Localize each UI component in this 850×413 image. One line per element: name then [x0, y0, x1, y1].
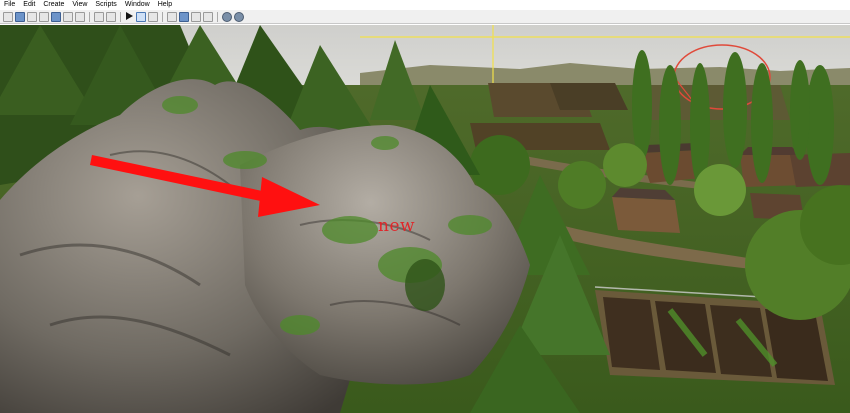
cut-icon[interactable] [63, 11, 73, 22]
menu-create[interactable]: Create [43, 0, 64, 10]
save-icon[interactable] [27, 11, 37, 22]
scale-icon[interactable] [179, 11, 189, 22]
toolbar-separator [120, 11, 121, 22]
rotate-icon[interactable] [167, 11, 177, 22]
paint-icon[interactable] [203, 11, 213, 22]
help-icon[interactable] [234, 11, 244, 22]
save-as-icon[interactable] [39, 11, 49, 22]
undo-icon[interactable] [75, 11, 85, 22]
menu-edit[interactable]: Edit [23, 0, 35, 10]
print-icon[interactable] [51, 11, 61, 22]
brush-icon[interactable] [94, 11, 104, 22]
settings-gear-icon[interactable] [222, 11, 232, 22]
play-icon[interactable] [125, 12, 134, 22]
editor-window: File Edit Create View Scripts Window Hel… [0, 0, 850, 413]
menu-window[interactable]: Window [125, 0, 150, 10]
toolbar [0, 10, 850, 24]
scene [0, 25, 850, 413]
3d-viewport[interactable]: new [0, 25, 850, 413]
terrain-icon[interactable] [191, 11, 201, 22]
toolbar-separator [162, 11, 163, 22]
moss-dark [405, 259, 445, 311]
field [550, 83, 628, 110]
toolbar-separator [89, 11, 90, 22]
menu-bar: File Edit Create View Scripts Window Hel… [0, 0, 850, 10]
menu-view[interactable]: View [72, 0, 87, 10]
new-file-icon[interactable] [3, 11, 13, 22]
toolbar-separator [217, 11, 218, 22]
menu-help[interactable]: Help [158, 0, 172, 10]
annotation-new-label: new [378, 216, 416, 236]
eraser-icon[interactable] [106, 11, 116, 22]
menu-file[interactable]: File [4, 0, 15, 10]
open-folder-icon[interactable] [15, 11, 25, 22]
select-icon[interactable] [136, 11, 146, 22]
menu-scripts[interactable]: Scripts [95, 0, 116, 10]
move-icon[interactable] [148, 11, 158, 22]
